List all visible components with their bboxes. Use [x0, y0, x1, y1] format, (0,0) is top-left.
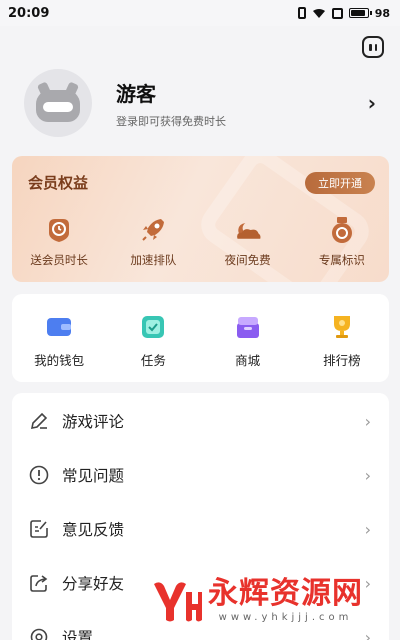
quick-item-wallet[interactable]: 我的钱包: [12, 314, 106, 382]
task-icon: [140, 314, 166, 340]
vip-item-night-free[interactable]: 夜间免费: [201, 216, 295, 268]
vip-item-label: 专属标识: [318, 253, 365, 267]
chevron-right-icon: ›: [364, 573, 371, 593]
watermark-logo-icon: [150, 578, 202, 624]
menu-item-feedback[interactable]: 意见反馈 ›: [12, 502, 389, 556]
quick-actions-card: 我的钱包 任务 商城 排行榜: [12, 294, 389, 382]
vip-item-member-time[interactable]: 送会员时长: [12, 216, 106, 268]
watermark-brand: 永辉资源网: [208, 576, 363, 611]
clock-badge-icon: [45, 216, 73, 244]
feedback-icon: [28, 518, 50, 540]
night-cloud-icon: [234, 216, 262, 244]
info-icon: [28, 464, 50, 486]
battery-icon: [348, 8, 372, 18]
battery-level: 98: [374, 6, 390, 20]
pencil-icon: [28, 410, 50, 432]
vibrate-icon: [297, 7, 306, 19]
menu-item-game-reviews[interactable]: 游戏评论 ›: [12, 394, 389, 448]
wallet-icon: [46, 314, 72, 340]
profile-subtitle: 登录即可获得免费时长: [116, 114, 226, 128]
chevron-right-icon: ›: [364, 411, 371, 431]
vip-benefits-card: 会员权益 立即开通 送会员时长 加速排队 夜间免费 专属标识: [12, 156, 389, 282]
screen-icon: [331, 7, 343, 19]
menu-item-label: 设置: [62, 629, 94, 640]
share-icon: [28, 572, 50, 594]
medal-icon: [328, 216, 356, 244]
wifi-icon: [312, 8, 326, 18]
quick-item-store[interactable]: 商城: [201, 314, 295, 382]
rocket-icon: [139, 216, 167, 244]
quick-item-label: 我的钱包: [34, 353, 85, 368]
quick-item-label: 商城: [235, 353, 261, 368]
trophy-icon: [329, 314, 355, 340]
status-time: 20:09: [8, 5, 50, 21]
chevron-right-icon: ›: [364, 465, 371, 485]
chevron-right-icon: ›: [364, 519, 371, 539]
status-icons: 98: [297, 6, 390, 20]
vip-item-label: 送会员时长: [30, 253, 88, 267]
quick-item-label: 排行榜: [323, 353, 361, 368]
menu-item-label: 常见问题: [62, 467, 125, 485]
chevron-right-icon: ›: [364, 627, 371, 640]
watermark-url: www.yhkjjj.com: [218, 612, 353, 623]
watermark: 永辉资源网 www.yhkjjj.com: [150, 578, 363, 624]
quick-item-ranking[interactable]: 排行榜: [295, 314, 389, 382]
vip-item-speed-queue[interactable]: 加速排队: [106, 216, 200, 268]
avatar[interactable]: [24, 69, 92, 137]
menu-item-label: 游戏评论: [62, 413, 125, 431]
message-icon[interactable]: [362, 36, 384, 58]
chevron-right-icon[interactable]: ›: [368, 91, 376, 115]
quick-item-task[interactable]: 任务: [106, 314, 200, 382]
vip-item-label: 夜间免费: [224, 253, 271, 267]
quick-item-label: 任务: [140, 353, 166, 368]
vip-item-exclusive-badge[interactable]: 专属标识: [295, 216, 389, 268]
menu-item-label: 意见反馈: [62, 521, 125, 539]
gear-icon: [28, 626, 50, 640]
vip-item-label: 加速排队: [130, 253, 177, 267]
vip-title: 会员权益: [28, 174, 89, 192]
menu-item-faq[interactable]: 常见问题 ›: [12, 448, 389, 502]
profile-name: 游客: [116, 81, 156, 106]
status-bar: 20:09 98: [0, 0, 400, 26]
profile-row[interactable]: 游客 登录即可获得免费时长 ›: [24, 69, 384, 137]
store-icon: [235, 314, 261, 340]
open-vip-button[interactable]: 立即开通: [305, 172, 375, 194]
